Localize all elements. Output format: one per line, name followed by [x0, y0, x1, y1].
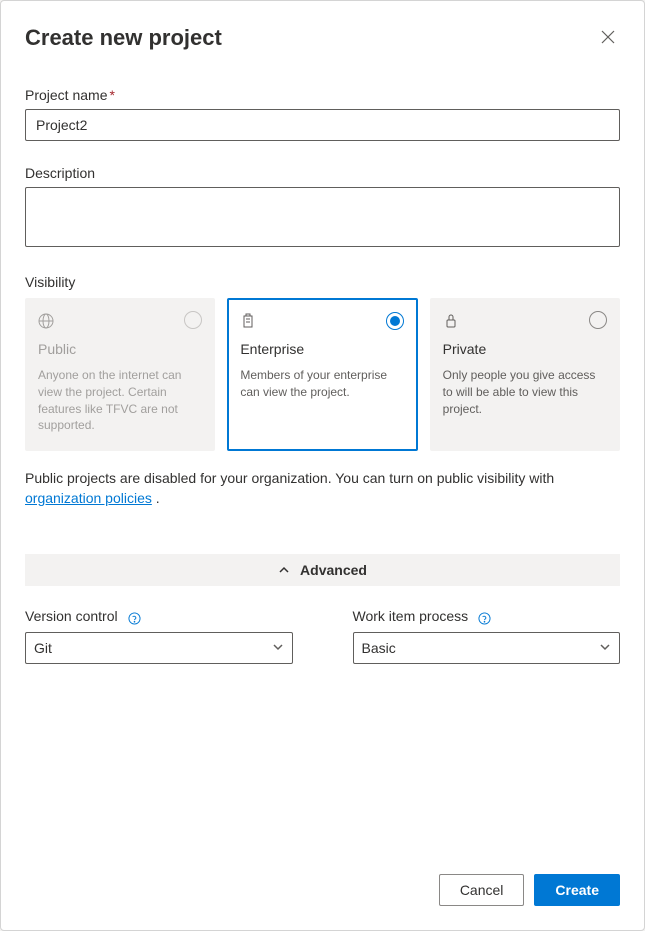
- description-input[interactable]: [25, 187, 620, 247]
- chevron-up-icon: [278, 564, 290, 576]
- version-control-value: Git: [34, 640, 52, 656]
- lock-icon: [443, 313, 607, 329]
- public-disabled-notice: Public projects are disabled for your or…: [25, 469, 620, 508]
- chevron-down-icon: [272, 640, 284, 656]
- version-control-label: Version control: [25, 608, 293, 625]
- version-control-select[interactable]: Git: [25, 632, 293, 664]
- building-icon: [240, 313, 404, 329]
- radio-private[interactable]: [589, 311, 607, 329]
- visibility-options: Public Anyone on the internet can view t…: [25, 298, 620, 451]
- work-item-process-value: Basic: [362, 640, 396, 656]
- visibility-title: Private: [443, 341, 607, 357]
- version-control-field: Version control Git: [25, 608, 293, 663]
- visibility-title: Public: [38, 341, 202, 357]
- visibility-desc: Only people you give access to will be a…: [443, 367, 607, 417]
- visibility-option-public: Public Anyone on the internet can view t…: [25, 298, 215, 451]
- dialog-title: Create new project: [25, 25, 222, 51]
- visibility-option-enterprise[interactable]: Enterprise Members of your enterprise ca…: [227, 298, 417, 451]
- required-indicator: *: [109, 87, 114, 103]
- close-icon: [601, 30, 615, 47]
- create-button[interactable]: Create: [534, 874, 620, 906]
- advanced-fields: Version control Git Work item process: [25, 608, 620, 663]
- advanced-toggle[interactable]: Advanced: [25, 554, 620, 586]
- create-project-dialog: Create new project Project name* Descrip…: [0, 0, 645, 931]
- project-name-input[interactable]: [25, 109, 620, 141]
- help-icon[interactable]: [478, 610, 491, 626]
- work-item-process-select[interactable]: Basic: [353, 632, 621, 664]
- globe-icon: [38, 313, 202, 329]
- project-name-label: Project name*: [25, 87, 620, 103]
- dialog-header: Create new project: [25, 25, 620, 51]
- help-icon[interactable]: [128, 610, 141, 626]
- visibility-desc: Members of your enterprise can view the …: [240, 367, 404, 401]
- work-item-process-label: Work item process: [353, 608, 621, 625]
- cancel-button[interactable]: Cancel: [439, 874, 525, 906]
- radio-enterprise[interactable]: [386, 312, 404, 330]
- organization-policies-link[interactable]: organization policies: [25, 490, 152, 506]
- visibility-option-private[interactable]: Private Only people you give access to w…: [430, 298, 620, 451]
- visibility-label: Visibility: [25, 274, 620, 290]
- visibility-desc: Anyone on the internet can view the proj…: [38, 367, 202, 434]
- close-button[interactable]: [596, 26, 620, 50]
- work-item-process-field: Work item process Basic: [353, 608, 621, 663]
- visibility-title: Enterprise: [240, 341, 404, 357]
- dialog-footer: Cancel Create: [25, 874, 620, 906]
- description-field: Description: [25, 165, 620, 250]
- description-label: Description: [25, 165, 620, 181]
- visibility-field: Visibility Public Anyone on the internet…: [25, 274, 620, 508]
- chevron-down-icon: [599, 640, 611, 656]
- project-name-field: Project name*: [25, 87, 620, 141]
